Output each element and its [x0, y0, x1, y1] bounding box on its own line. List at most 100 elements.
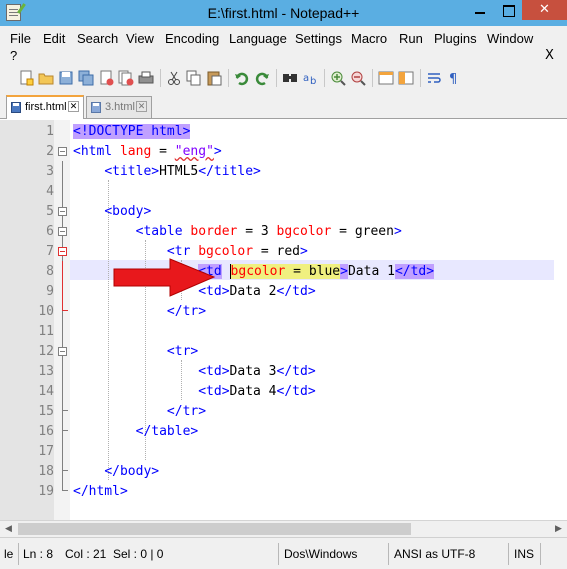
- menu-macro[interactable]: Macro: [351, 31, 387, 46]
- code-line-1: <!DOCTYPE html>: [73, 122, 191, 142]
- code-editor[interactable]: 1 2 3 4 5 6 7 8 9 10 11 12 13 14 15 16 1…: [0, 120, 567, 520]
- tab-close-icon[interactable]: ✕: [136, 101, 147, 112]
- saved-file-icon: [91, 102, 101, 113]
- tab-label: 3.html: [105, 101, 135, 113]
- sync-vertical-icon[interactable]: [378, 70, 394, 86]
- code-token: <html: [73, 144, 120, 159]
- print-icon[interactable]: [138, 70, 154, 86]
- code-token: green: [354, 224, 394, 239]
- redo-icon[interactable]: [254, 70, 270, 86]
- fold-toggle-tr[interactable]: [58, 347, 67, 356]
- code-token: </tr>: [166, 404, 207, 419]
- code-token: </body>: [104, 464, 160, 479]
- menu-help[interactable]: ?: [10, 48, 17, 63]
- tab-label: first.html: [25, 101, 67, 113]
- toolbar-separator: [228, 69, 229, 87]
- svg-text:b: b: [310, 76, 316, 86]
- code-token: >: [213, 144, 222, 159]
- fold-toggle-table[interactable]: [58, 227, 67, 236]
- zoom-out-icon[interactable]: [350, 70, 366, 86]
- maximize-button[interactable]: [495, 0, 522, 20]
- menu-language[interactable]: Language: [229, 31, 287, 46]
- menu-view[interactable]: View: [126, 31, 154, 46]
- minimize-button[interactable]: [466, 0, 494, 20]
- code-line-15: </tr>: [73, 402, 206, 422]
- code-token: <!DOCTYPE html: [73, 124, 183, 139]
- scroll-left-icon[interactable]: ◀: [0, 521, 17, 537]
- fold-toggle-html[interactable]: [58, 147, 67, 156]
- save-all-icon[interactable]: [78, 70, 94, 86]
- fold-toggle-tr[interactable]: [58, 247, 67, 256]
- code-token: </html>: [73, 484, 128, 499]
- cut-icon[interactable]: [166, 70, 182, 86]
- fold-toggle-body[interactable]: [58, 207, 67, 216]
- code-token: 3: [260, 224, 269, 239]
- code-token: </tr>: [166, 304, 207, 319]
- code-token: Data 1: [347, 264, 395, 279]
- line-number: 14: [38, 384, 54, 399]
- saved-file-icon: [11, 102, 21, 113]
- paste-icon[interactable]: [206, 70, 222, 86]
- save-icon[interactable]: [58, 70, 74, 86]
- menu-plugins[interactable]: Plugins: [434, 31, 477, 46]
- undo-icon[interactable]: [234, 70, 250, 86]
- code-token: <table: [135, 224, 191, 239]
- code-token: Data 2: [229, 284, 277, 299]
- menu-edit[interactable]: Edit: [43, 31, 65, 46]
- line-number: 15: [38, 404, 54, 419]
- status-separator: [388, 543, 389, 565]
- code-token: >: [300, 244, 308, 259]
- copy-icon[interactable]: [186, 70, 202, 86]
- close-document-button[interactable]: X: [545, 48, 554, 63]
- code-token: blue: [308, 264, 341, 279]
- menu-window[interactable]: Window: [487, 31, 533, 46]
- tab-3-html[interactable]: 3.html ✕: [86, 96, 152, 118]
- menu-file[interactable]: File: [10, 31, 31, 46]
- word-wrap-icon[interactable]: [426, 70, 442, 86]
- scroll-right-icon[interactable]: ▶: [550, 521, 567, 537]
- menu-settings[interactable]: Settings: [295, 31, 342, 46]
- code-token: </title>: [198, 164, 261, 179]
- line-number: 13: [38, 364, 54, 379]
- code-line-3: <title>HTML5</title>: [73, 162, 261, 182]
- toolbar-separator: [372, 69, 373, 87]
- find-icon[interactable]: [282, 70, 298, 86]
- line-number: 2: [46, 144, 54, 159]
- code-token: HTML5: [159, 164, 199, 179]
- close-icon[interactable]: [98, 70, 114, 86]
- line-number: 9: [46, 284, 54, 299]
- line-number: 6: [46, 224, 54, 239]
- tab-close-icon[interactable]: ✕: [68, 101, 79, 112]
- horizontal-scrollbar[interactable]: ◀ ▶: [0, 520, 567, 537]
- sync-horizontal-icon[interactable]: [398, 70, 414, 86]
- code-token: Data 4: [229, 384, 277, 399]
- title-bar: E:\first.html - Notepad++ ✕: [0, 0, 567, 26]
- code-line-2: <html lang = "eng">: [73, 142, 222, 162]
- close-window-button[interactable]: ✕: [522, 0, 567, 20]
- open-file-icon[interactable]: [38, 70, 54, 86]
- fold-end-marker: [62, 430, 68, 431]
- code-token: border: [190, 224, 238, 239]
- code-token: <td>: [198, 384, 230, 399]
- show-all-chars-icon[interactable]: ¶: [446, 70, 462, 87]
- toolbar: ab ¶: [0, 66, 567, 92]
- menu-run[interactable]: Run: [399, 31, 423, 46]
- status-encoding: ANSI as UTF-8: [394, 547, 476, 561]
- line-number: 7: [46, 244, 54, 259]
- zoom-in-icon[interactable]: [330, 70, 346, 86]
- status-bar: le Ln : 8 Col : 21 Sel : 0 | 0 Dos\Windo…: [0, 537, 567, 569]
- replace-icon[interactable]: ab: [302, 70, 318, 87]
- scrollbar-thumb[interactable]: [18, 523, 411, 535]
- menu-encoding[interactable]: Encoding: [165, 31, 219, 46]
- menu-search[interactable]: Search: [77, 31, 118, 46]
- tab-first-html[interactable]: first.html ✕: [6, 95, 84, 119]
- fold-line: [62, 361, 63, 411]
- code-token: <tr: [166, 244, 199, 259]
- new-file-icon[interactable]: [18, 70, 34, 86]
- close-all-icon[interactable]: [118, 70, 134, 86]
